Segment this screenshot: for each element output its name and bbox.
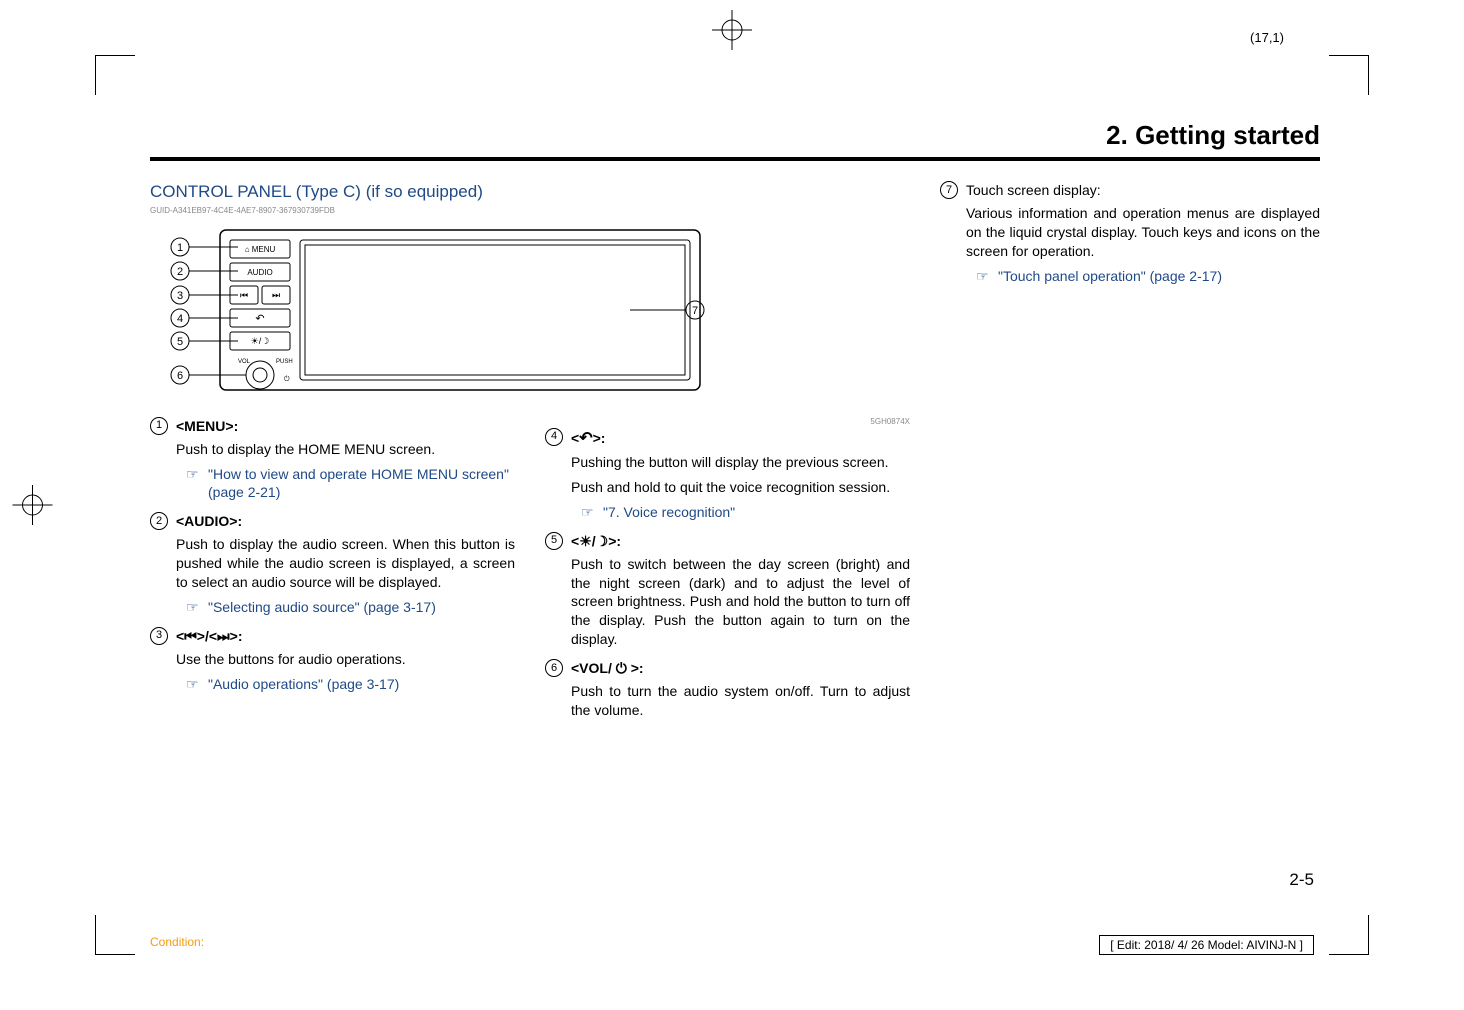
svg-text:5: 5 (177, 336, 183, 348)
svg-text:⏭: ⏭ (272, 290, 280, 300)
chapter-title: 2. Getting started (150, 120, 1320, 151)
power-icon: ⏻ (616, 660, 627, 676)
section-title: CONTROL PANEL (Type C) (if so equipped) (150, 181, 910, 204)
svg-text:1: 1 (177, 242, 183, 254)
footer-edit-info: [ Edit: 2018/ 4/ 26 Model: AIVINJ-N ] (1099, 935, 1314, 955)
hand-pointer-icon: ☞ (186, 598, 208, 617)
svg-text:VOL: VOL (238, 359, 251, 365)
item-body: Pushing the button will display the prev… (571, 453, 910, 472)
svg-text:7: 7 (692, 305, 698, 317)
item-1: 1 <MENU>: Push to display the HOME MENU … (150, 417, 515, 509)
guid-text: GUID-A341EB97-4C4E-4AE7-8907-367930739FD… (150, 206, 910, 217)
item-label: <VOL/ ⏻ >: (571, 660, 644, 676)
svg-text:↶: ↶ (255, 313, 264, 325)
callout-number-icon: 3 (150, 627, 168, 645)
chapter-rule (150, 157, 1320, 161)
crop-mark (95, 55, 135, 95)
item-label: <MENU>: (176, 418, 238, 434)
callout-number-icon: 1 (150, 417, 168, 435)
callout-number-icon: 5 (545, 532, 563, 550)
callout-number-icon: 4 (545, 428, 563, 446)
page-number: 2-5 (1289, 870, 1314, 890)
hand-pointer-icon: ☞ (581, 503, 603, 522)
item-body: Various information and operation menus … (966, 204, 1320, 261)
cross-reference: ☞ "Audio operations" (page 3-17) (176, 675, 515, 694)
crop-mark (1329, 55, 1369, 95)
svg-text:3: 3 (177, 290, 183, 302)
svg-text:☀/☽: ☀/☽ (251, 336, 270, 346)
item-3: 3 <⏮>/<⏭>: Use the buttons for audio ope… (150, 627, 515, 700)
hand-pointer-icon: ☞ (186, 675, 208, 694)
svg-text:⌂ MENU: ⌂ MENU (245, 245, 276, 254)
control-panel-diagram: ⌂ MENU AUDIO ⏮ ⏭ ↶ ☀/☽ VOL PUSH ⏻ 1 2 3 4 (150, 225, 910, 405)
item-2: 2 <AUDIO>: Push to display the audio scr… (150, 512, 515, 622)
brightness-day-night-icon: ☀/☽ (579, 533, 608, 549)
svg-text:PUSH: PUSH (276, 359, 293, 365)
item-body: Push and hold to quit the voice recognit… (571, 478, 910, 497)
item-body: Use the buttons for audio operations. (176, 650, 515, 669)
item-5: 5 <☀/☽>: Push to switch between the day … (545, 532, 910, 655)
skip-back-icon: ⏮ (184, 628, 197, 644)
skip-forward-icon: ⏭ (217, 628, 230, 644)
callout-number-icon: 6 (545, 659, 563, 677)
image-code: 5GH0874X (545, 417, 910, 428)
item-label: <AUDIO>: (176, 513, 242, 529)
page-coordinate: (17,1) (1250, 30, 1284, 45)
item-label: <⏮>/<⏭>: (176, 628, 243, 644)
cross-reference: ☞ "Selecting audio source" (page 3-17) (176, 598, 515, 617)
item-label: Touch screen display: (966, 182, 1101, 198)
svg-text:6: 6 (177, 370, 183, 382)
hand-pointer-icon: ☞ (976, 267, 998, 286)
svg-text:AUDIO: AUDIO (247, 268, 272, 277)
cross-reference: ☞ "7. Voice recognition" (571, 503, 910, 522)
item-label: <☀/☽>: (571, 533, 621, 549)
hand-pointer-icon: ☞ (186, 465, 208, 484)
registration-mark-left (8, 485, 53, 525)
svg-text:⏻: ⏻ (284, 375, 290, 383)
svg-text:⏮: ⏮ (240, 290, 248, 300)
item-body: Push to switch between the day screen (b… (571, 555, 910, 649)
item-6: 6 <VOL/ ⏻ >: Push to turn the audio syst… (545, 659, 910, 726)
item-label: <↶>: (571, 430, 605, 446)
item-body: Push to turn the audio system on/off. Tu… (571, 682, 910, 720)
callout-number-icon: 7 (940, 181, 958, 199)
registration-mark-top (712, 10, 752, 55)
item-body: Push to display the audio screen. When t… (176, 535, 515, 592)
back-arrow-icon: ↶ (579, 430, 592, 447)
item-7: 7 Touch screen display: Various informat… (940, 181, 1320, 291)
svg-text:2: 2 (177, 266, 183, 278)
item-4: 4 <↶>: Pushing the button will display t… (545, 428, 910, 528)
svg-text:4: 4 (177, 313, 183, 325)
footer: Condition: [ Edit: 2018/ 4/ 26 Model: AI… (0, 935, 1464, 955)
footer-condition: Condition: (150, 935, 204, 955)
callout-number-icon: 2 (150, 512, 168, 530)
item-body: Push to display the HOME MENU screen. (176, 440, 515, 459)
cross-reference: ☞ "How to view and operate HOME MENU scr… (176, 465, 515, 503)
cross-reference: ☞ "Touch panel operation" (page 2-17) (966, 267, 1320, 286)
